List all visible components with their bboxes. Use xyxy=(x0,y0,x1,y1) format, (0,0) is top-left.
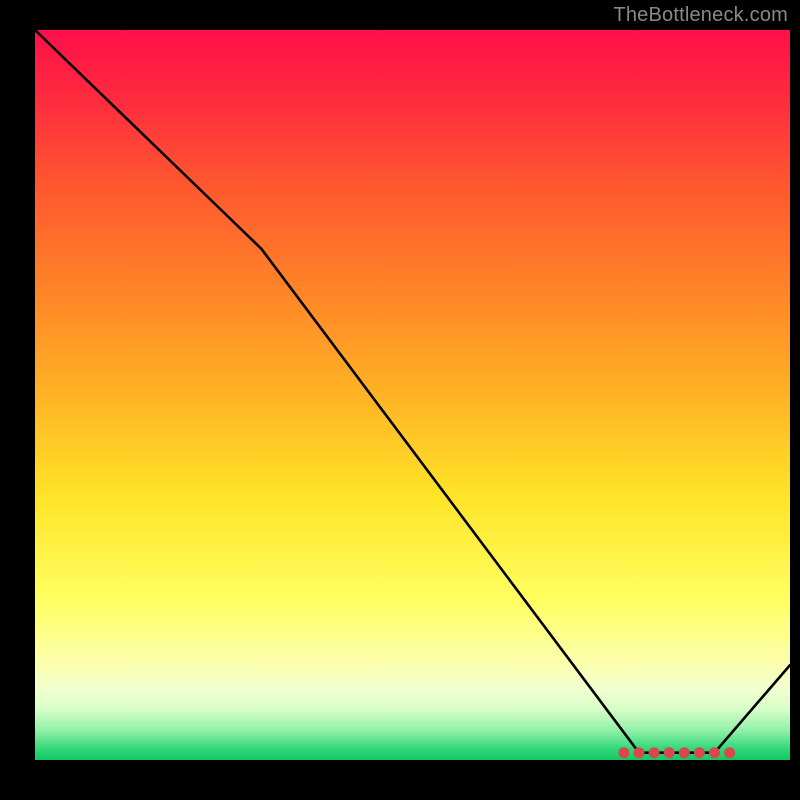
valley-marker xyxy=(664,747,675,758)
valley-marker xyxy=(634,747,645,758)
valley-marker xyxy=(679,747,690,758)
valley-marker xyxy=(694,747,705,758)
chart-frame: TheBottleneck.com xyxy=(0,0,800,800)
valley-marker xyxy=(618,747,629,758)
valley-marker xyxy=(709,747,720,758)
valley-marker xyxy=(649,747,660,758)
chart-svg xyxy=(0,0,800,800)
valley-marker xyxy=(724,747,735,758)
attribution-text: TheBottleneck.com xyxy=(613,4,788,27)
